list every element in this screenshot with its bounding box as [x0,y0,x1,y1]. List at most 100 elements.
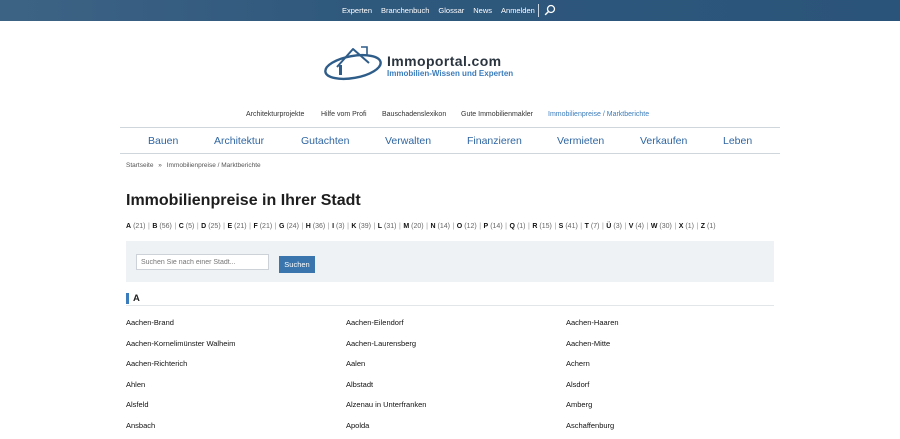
city-link[interactable]: Ansbach [126,421,155,430]
letter-label[interactable]: A [126,223,131,230]
letter-label[interactable]: C [179,223,184,230]
letter-label[interactable]: M [403,223,409,230]
letter-filter-a[interactable]: A (21) [126,223,146,230]
letter-filter-v[interactable]: | V (4) [622,223,644,230]
letter-label[interactable]: Z [701,223,705,230]
subnav-hilfe-vom-profi[interactable]: Hilfe vom Profi [321,111,367,118]
city-search-input[interactable] [136,254,269,270]
mainnav-finanzieren[interactable]: Finanzieren [467,135,522,147]
letter-separator: | [347,222,349,230]
letter-filter-m[interactable]: | M (20) [397,223,424,230]
letter-count: (5) [185,222,195,230]
letter-filter-d[interactable]: | D (25) [194,223,221,230]
letter-label[interactable]: L [378,223,382,230]
letter-filter-c[interactable]: | C (5) [172,223,194,230]
city-link[interactable]: Alsfeld [126,400,149,409]
city-link[interactable]: Aachen-Brand [126,318,174,327]
city-link[interactable]: Apolda [346,421,369,430]
letter-filter-f[interactable]: | F (21) [247,222,272,230]
city-link[interactable]: Achern [566,359,590,368]
letter-filter-x[interactable]: | X (1) [672,223,694,230]
letter-label[interactable]: N [430,223,435,230]
letter-separator: | [554,222,557,230]
city-link[interactable]: Aachen-Haaren [566,318,619,327]
mainnav-architektur[interactable]: Architektur [214,135,264,147]
letter-label[interactable]: W [651,223,658,230]
letter-label[interactable]: K [351,223,356,230]
city-link[interactable]: Aachen-Mitte [566,339,610,348]
city-link[interactable]: Aachen-Laurensberg [346,339,416,348]
letter-label[interactable]: V [629,223,634,230]
city-link[interactable]: Aachen-Eilendorf [346,318,404,327]
letter-label[interactable]: H [306,223,311,230]
letter-label[interactable]: B [152,223,157,230]
city-link[interactable]: Ahlen [126,380,145,389]
letter-label[interactable]: R [532,223,537,230]
city-link[interactable]: Alsdorf [566,380,589,389]
city-link[interactable]: Amberg [566,400,592,409]
topnav-branchenbuch[interactable]: Branchenbuch [381,6,429,15]
city-link[interactable]: Albstadt [346,380,373,389]
letter-label[interactable]: G [279,223,284,230]
letter-filter-k[interactable]: | K (39) [345,223,371,230]
letter-label[interactable]: D [201,223,206,230]
letter-count: (39) [358,222,371,230]
breadcrumb-home[interactable]: Startseite [126,162,153,169]
subnav-architekturprojekte[interactable]: Architekturprojekte [246,111,304,118]
search-panel: Suchen [126,241,774,282]
mainnav-vermieten[interactable]: Vermieten [557,135,604,147]
mainnav-verkaufen[interactable]: Verkaufen [640,135,687,147]
letter-filter-r[interactable]: | R (15) [526,223,552,230]
letter-label[interactable]: S [559,223,564,230]
letter-filter-n[interactable]: | N (14) [424,223,450,230]
topnav-glossar[interactable]: Glossar [438,6,464,15]
letter-filter-i[interactable]: | I (3) [325,223,345,230]
letter-filter-s[interactable]: | S (41) [552,222,578,230]
letter-filter-o[interactable]: | O (12) [450,223,476,230]
letter-label[interactable]: Q [509,223,514,230]
letter-count: (1) [685,222,694,230]
letter-separator: | [249,222,251,230]
letter-label[interactable]: I [332,223,334,230]
letter-filter-g[interactable]: | G (24) [272,223,299,230]
mainnav-verwalten[interactable]: Verwalten [385,135,431,147]
subnav-bauschadenslexikon[interactable]: Bauschadenslexikon [382,111,446,118]
letter-filter-e[interactable]: | E (21) [221,223,246,230]
letter-count: (56) [159,222,172,230]
search-button[interactable]: Suchen [279,256,315,273]
letter-label[interactable]: O [457,223,462,230]
subnav-gute-immobilienmakler[interactable]: Gute Immobilienmakler [461,111,533,118]
city-link[interactable]: Alzenau in Unterfranken [346,400,426,409]
city-link[interactable]: Aachen-Kornelimünster Walheim [126,339,235,348]
city-link[interactable]: Aachen-Richterich [126,359,187,368]
letter-filter-l[interactable]: | L (31) [371,223,396,230]
letter-label[interactable]: F [253,223,257,230]
letter-label[interactable]: P [484,223,489,230]
letter-count: (41) [565,222,578,230]
letter-filter-z[interactable]: | Z (1) [694,223,715,230]
letter-filter-q[interactable]: | Q (1) [503,223,525,230]
letter-filter-ü[interactable]: | Ü (3) [599,223,622,230]
letter-filter-t[interactable]: | T (7) [578,223,599,230]
topnav-news[interactable]: News [473,6,492,15]
house-logo-icon[interactable] [323,41,385,83]
letter-filter-p[interactable]: | P (14) [477,223,502,230]
city-link[interactable]: Aalen [346,359,365,368]
city-link[interactable]: Aschaffenburg [566,421,614,430]
letter-label[interactable]: Ü [606,223,611,230]
brand-name[interactable]: Immoportal.com [387,53,502,69]
mainnav-gutachten[interactable]: Gutachten [301,135,349,147]
topnav-anmelden[interactable]: Anmelden [501,6,535,15]
search-icon[interactable] [544,4,556,16]
letter-filter-b[interactable]: | B (56) [146,223,172,230]
subnav-immobilienpreise[interactable]: Immobilienpreise / Marktberichte [548,111,649,118]
topnav-experten[interactable]: Experten [342,6,372,15]
letter-filter-h[interactable]: | H (36) [299,223,325,230]
letter-label[interactable]: T [585,223,589,230]
letter-label[interactable]: X [679,223,684,230]
letter-filter-w[interactable]: | W (30) [644,223,671,230]
mainnav-leben[interactable]: Leben [723,135,752,147]
letter-separator: | [624,222,627,230]
letter-label[interactable]: E [227,223,232,230]
mainnav-bauen[interactable]: Bauen [148,135,178,147]
